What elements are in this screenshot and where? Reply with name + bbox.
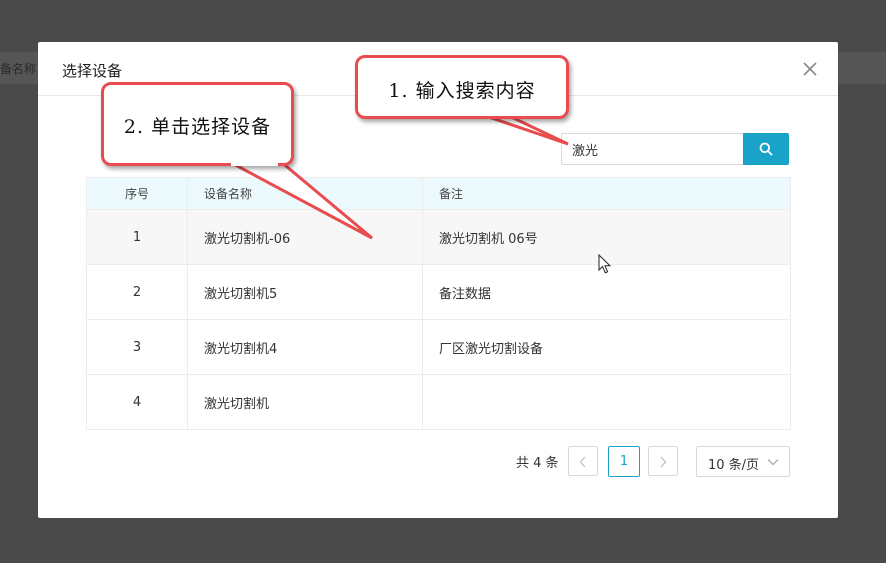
callout-step2-pointer-cover [231, 162, 278, 166]
